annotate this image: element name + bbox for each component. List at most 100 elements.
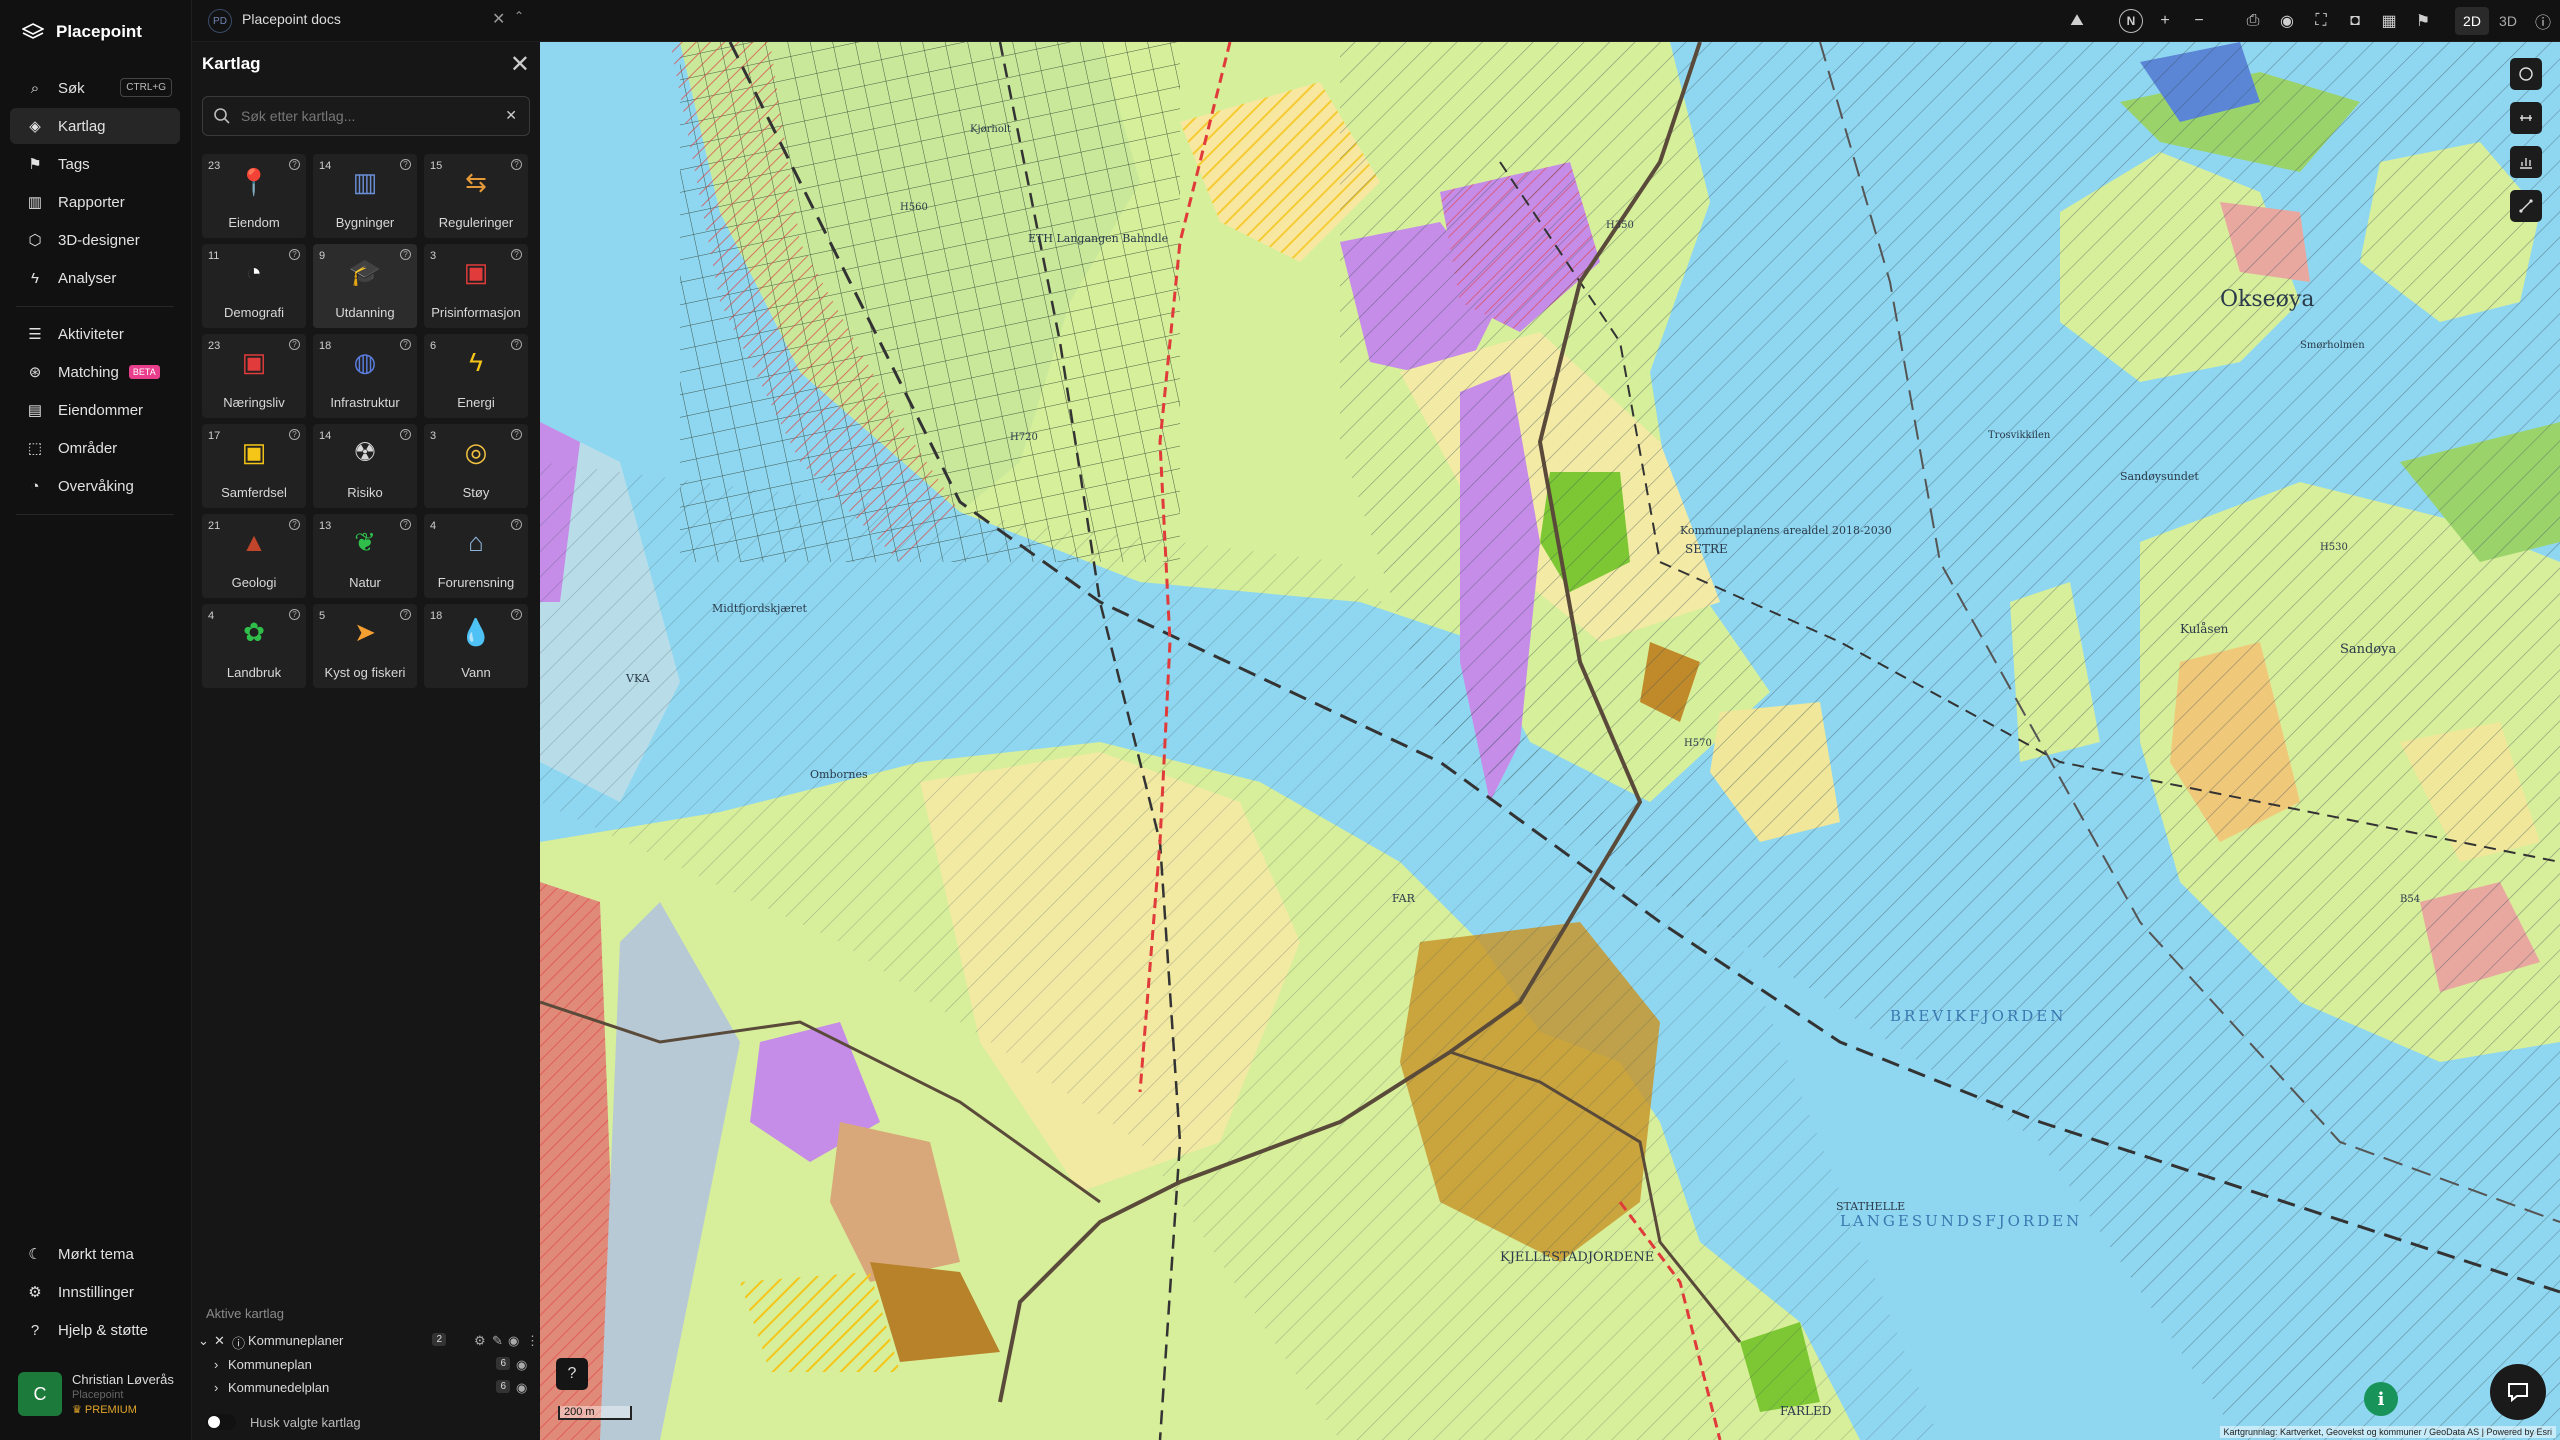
workspace-name[interactable]: Placepoint docs [242,11,341,27]
layer-tile-reguleringer[interactable]: 15? ⇆ Reguleringer [424,154,528,238]
layer-tile-energi[interactable]: 6? ϟ Energi [424,334,528,418]
layer-tile-kyst-og-fiskeri[interactable]: 5? ➤ Kyst og fiskeri [313,604,417,688]
map-layers-icon[interactable] [2510,58,2542,90]
chevron-updown-icon[interactable]: ⌃ [514,9,524,23]
layer-tile-prisinformasjon[interactable]: 3? ▣ Prisinformasjon [424,244,528,328]
eye-icon[interactable]: ◉ [516,1357,527,1373]
info-icon[interactable]: ? [289,609,300,620]
info-icon[interactable]: i [2364,1382,2398,1416]
user-profile[interactable]: C Christian Løverås Placepoint ♛ PREMIUM [18,1372,174,1416]
nav-item-overvåking[interactable]: ◔ Overvåking [10,468,180,504]
nav-item-rapporter[interactable]: ▥ Rapporter [10,184,180,220]
close-icon[interactable]: ✕ [510,50,530,79]
settings-icon[interactable]: ⚙ [474,1333,486,1349]
route-icon[interactable] [2510,190,2542,222]
info-icon[interactable]: ? [511,609,522,620]
help-icon[interactable]: ? [556,1358,588,1390]
layer-tile-natur[interactable]: 13? ❦ Natur [313,514,417,598]
grid-icon[interactable]: ▦ [2372,0,2406,42]
info-icon[interactable]: ? [289,519,300,530]
info-icon[interactable]: ? [511,249,522,260]
edit-icon[interactable]: ✎ [492,1333,503,1349]
close-icon[interactable]: ✕ [492,9,505,29]
more-icon[interactable]: ⋮ [526,1333,539,1349]
layer-tile-infrastruktur[interactable]: 18? ◍ Infrastruktur [313,334,417,418]
bookmark-icon[interactable]: ⚑ [2406,0,2440,42]
eye-icon[interactable]: ◉ [516,1380,527,1396]
layer-tile-demografi[interactable]: 11? ◔ Demografi [202,244,306,328]
print-icon[interactable]: ⎙ [2236,0,2270,42]
nav-item-matching[interactable]: ⊛ Matching BETA [10,354,180,390]
toggle-switch[interactable] [206,1414,236,1430]
camera-icon[interactable]: ◘ [2338,0,2372,42]
zoom-in-icon[interactable]: + [2148,0,2182,42]
map-label: Sandøya [2340,642,2397,657]
chat-icon[interactable] [2490,1364,2546,1420]
mode-3d-button[interactable]: 3D [2491,7,2525,35]
info-circle-icon[interactable]: ⓘ [2526,0,2560,42]
nav-item-eiendommer[interactable]: ▤ Eiendommer [10,392,180,428]
layer-tile-risiko[interactable]: 14? ☢ Risiko [313,424,417,508]
nav-item-kartlag[interactable]: ◈ Kartlag [10,108,180,144]
chart-icon[interactable] [2510,146,2542,178]
info-icon[interactable]: ⓘ [232,1333,245,1352]
nav-item-områder[interactable]: ⬚ Områder [10,430,180,466]
info-icon[interactable]: ? [400,609,411,620]
app-logo[interactable]: Placepoint [22,22,142,42]
layer-search-input[interactable]: Søk etter kartlag... ✕ [202,96,530,136]
layer-tile-label: Natur [349,575,381,590]
eye-icon[interactable]: ◉ [508,1333,519,1349]
layer-tile-vann[interactable]: 18? 💧 Vann [424,604,528,688]
layer-tile-samferdsel[interactable]: 17? ▣ Samferdsel [202,424,306,508]
info-icon[interactable]: ? [511,519,522,530]
chevron-down-icon[interactable]: ⌄ [198,1333,209,1349]
layer-tile-geologi[interactable]: 21? ▲ Geologi [202,514,306,598]
mode-2d-button[interactable]: 2D [2455,7,2489,35]
remember-layers-toggle[interactable]: Husk valgte kartlag [206,1414,361,1430]
info-icon[interactable]: ? [289,339,300,350]
active-group-label: Kommuneplaner [248,1333,344,1348]
map-canvas[interactable]: Okseøya Sandøya Kulåsen LANGESUNDSFJORDEN BR… [540,42,2560,1440]
info-icon[interactable]: ? [400,249,411,260]
layer-tile-næringsliv[interactable]: 23? ▣ Næringsliv [202,334,306,418]
info-icon[interactable]: ? [400,159,411,170]
layer-tile-forurensning[interactable]: 4? ⌂ Forurensning [424,514,528,598]
info-icon[interactable]: ? [511,159,522,170]
remove-icon[interactable]: ✕ [214,1333,225,1349]
layer-tile-label: Infrastruktur [330,395,400,410]
workspace-badge[interactable]: PD [208,9,232,33]
info-icon[interactable]: ? [289,429,300,440]
clear-icon[interactable]: ✕ [505,107,517,124]
nav-item-3d-designer[interactable]: ⬡ 3D-designer [10,222,180,258]
info-icon[interactable]: ? [400,339,411,350]
compass-button[interactable]: N [2114,0,2148,42]
fullscreen-icon[interactable]: ⛶ [2304,0,2338,42]
layer-tile-støy[interactable]: 3? ◎ Støy [424,424,528,508]
info-icon[interactable]: ? [289,249,300,260]
info-icon[interactable]: ? [400,429,411,440]
nav-item-aktiviteter[interactable]: ☰ Aktiviteter [10,316,180,352]
nav-item-analyser[interactable]: ϟ Analyser [10,260,180,296]
zoom-out-icon[interactable]: − [2182,0,2216,42]
active-group-row[interactable]: ⌄ ✕ ⓘ Kommuneplaner 2 ⚙ ✎ ◉ ⋮ [192,1330,540,1352]
terrain-icon[interactable]: ⛰ [2060,0,2094,42]
measure-icon[interactable] [2510,102,2542,134]
layer-tile-utdanning[interactable]: 9? 🎓 Utdanning [313,244,417,328]
chevron-right-icon[interactable]: › [214,1380,218,1395]
eye-icon[interactable]: ◉ [2270,0,2304,42]
info-icon[interactable]: ? [400,519,411,530]
nav-item-tags[interactable]: ⚑ Tags [10,146,180,182]
active-layer-row[interactable]: › Kommunedelplan 6 ◉ [192,1377,540,1399]
layer-tile-eiendom[interactable]: 23? 📍 Eiendom [202,154,306,238]
info-icon[interactable]: ? [289,159,300,170]
info-icon[interactable]: ? [511,429,522,440]
layer-tile-bygninger[interactable]: 14? ▥ Bygninger [313,154,417,238]
chevron-right-icon[interactable]: › [214,1357,218,1372]
nav-item-innstillinger[interactable]: ⚙ Innstillinger [10,1274,180,1310]
layer-tile-landbruk[interactable]: 4? ✿ Landbruk [202,604,306,688]
nav-item-søk[interactable]: ⌕ Søk CTRL+G [10,70,180,106]
nav-item-hjelp-støtte[interactable]: ? Hjelp & støtte [10,1312,180,1348]
nav-item-mørkt-tema[interactable]: ☾ Mørkt tema [10,1236,180,1272]
info-icon[interactable]: ? [511,339,522,350]
active-layer-row[interactable]: › Kommuneplan 6 ◉ [192,1354,540,1376]
